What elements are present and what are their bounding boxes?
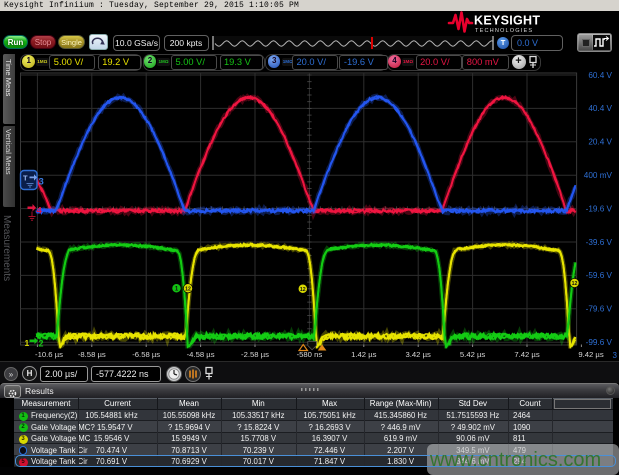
svg-text:3: 3 <box>613 351 618 360</box>
svg-text:T: T <box>23 174 28 183</box>
svg-text:1.42 µs: 1.42 µs <box>351 350 377 359</box>
svg-text:-8.58 µs: -8.58 µs <box>78 350 106 359</box>
svg-text:400 mV: 400 mV <box>584 171 613 180</box>
svg-text:7.42 µs: 7.42 µs <box>514 350 540 359</box>
svg-text:-2.58 µs: -2.58 µs <box>241 350 269 359</box>
svg-text:5.42 µs: 5.42 µs <box>460 350 486 359</box>
svg-text:4: 4 <box>37 206 43 217</box>
svg-text:12: 12 <box>572 281 578 287</box>
svg-text:-19.6 V: -19.6 V <box>586 204 613 213</box>
svg-text:3: 3 <box>39 177 44 188</box>
svg-text:-59.6 V: -59.6 V <box>586 271 613 280</box>
svg-text:-6.58 µs: -6.58 µs <box>132 350 160 359</box>
svg-text:12: 12 <box>185 286 191 292</box>
svg-text:1: 1 <box>25 338 30 348</box>
svg-text:9.42 µs: 9.42 µs <box>578 350 604 359</box>
svg-text:60.4 V: 60.4 V <box>588 71 612 80</box>
svg-text:-580 ns: -580 ns <box>297 350 323 359</box>
svg-text:20.4 V: 20.4 V <box>588 138 612 147</box>
svg-text:-79.6 V: -79.6 V <box>586 305 613 314</box>
svg-text:-39.6 V: -39.6 V <box>586 238 613 247</box>
svg-text:12: 12 <box>300 287 306 293</box>
svg-text:-10.6 µs: -10.6 µs <box>35 350 63 359</box>
svg-text:3.42 µs: 3.42 µs <box>406 350 432 359</box>
svg-text:-99.6 V: -99.6 V <box>586 338 613 347</box>
svg-text:-4.58 µs: -4.58 µs <box>187 350 215 359</box>
svg-text:40.4 V: 40.4 V <box>588 104 612 113</box>
svg-text:2: 2 <box>39 339 44 349</box>
